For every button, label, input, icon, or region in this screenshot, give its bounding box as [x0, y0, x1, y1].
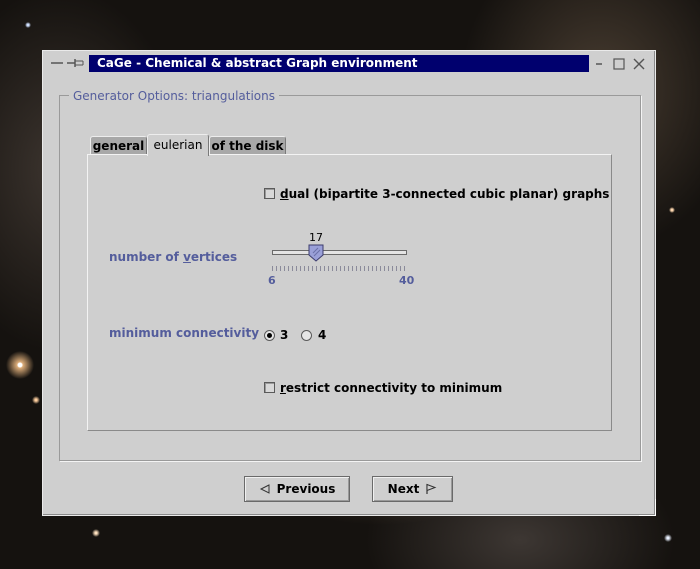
window-menu-icon[interactable] [49, 56, 87, 70]
window-controls [591, 56, 651, 72]
window-title: CaGe - Chemical & abstract Graph environ… [89, 55, 589, 72]
eulerian-panel [87, 154, 612, 431]
previous-button-label: Previous [276, 482, 336, 496]
resize-handle[interactable] [639, 499, 656, 516]
next-button[interactable]: Next [372, 476, 453, 502]
tab-eulerian[interactable]: eulerian [147, 134, 209, 156]
title-bar[interactable]: CaGe - Chemical & abstract Graph environ… [43, 51, 655, 77]
cage-window: CaGe - Chemical & abstract Graph environ… [42, 50, 656, 516]
tab-of-the-disk[interactable]: of the disk [209, 136, 286, 155]
close-icon[interactable] [631, 56, 647, 72]
triangle-left-icon [259, 484, 270, 494]
maximize-icon[interactable] [611, 56, 627, 72]
previous-button[interactable]: Previous [244, 476, 350, 502]
next-button-label: Next [387, 482, 420, 496]
pin-icon [67, 59, 84, 67]
tab-general[interactable]: general [90, 136, 147, 155]
flag-icon [426, 483, 437, 494]
generator-options-legend: Generator Options: triangulations [69, 88, 279, 104]
minimize-icon[interactable] [591, 56, 607, 72]
